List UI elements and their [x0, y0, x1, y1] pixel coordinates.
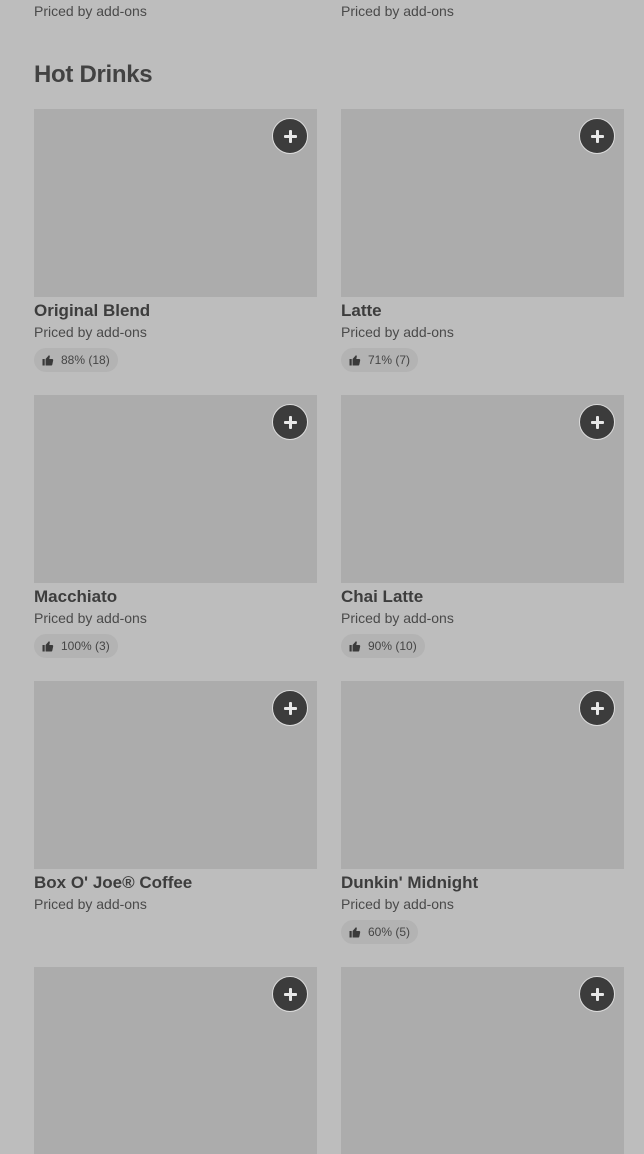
item-price: Priced by add-ons [34, 610, 147, 626]
rating-badge: 88% (18) [34, 348, 118, 372]
item-image-placeholder[interactable] [341, 395, 624, 583]
thumbs-up-icon [42, 355, 54, 366]
item-name: Chai Latte [341, 587, 424, 606]
item-image-placeholder[interactable] [341, 681, 624, 869]
item-name: Macchiato [34, 587, 118, 606]
add-item-button[interactable] [272, 690, 308, 726]
menu-item-card[interactable]: Chai Latte Priced by add-ons 90% (10) [341, 395, 624, 658]
plus-icon [283, 415, 297, 429]
add-item-button[interactable] [579, 118, 615, 154]
thumbs-up-icon [349, 927, 361, 938]
item-price: Priced by add-ons [34, 896, 147, 912]
item-image-placeholder[interactable] [34, 109, 317, 297]
rating-text: 88% (18) [61, 353, 110, 367]
item-price: Priced by add-ons [341, 324, 454, 340]
item-name: Box O' Joe® Coffee [34, 873, 193, 892]
plus-icon [590, 129, 604, 143]
plus-icon [283, 987, 297, 1001]
item-price: Priced by add-ons [34, 324, 147, 340]
section-title: Hot Drinks [34, 61, 153, 88]
add-item-button[interactable] [272, 118, 308, 154]
item-image-placeholder[interactable] [34, 395, 317, 583]
menu-page: Priced by add-ons Priced by add-ons Hot … [0, 0, 644, 1154]
plus-icon [590, 701, 604, 715]
menu-item-card[interactable]: Latte Priced by add-ons 71% (7) [341, 109, 624, 372]
item-price: Priced by add-ons [34, 3, 147, 19]
menu-item-card[interactable]: Original Blend Priced by add-ons 88% (18… [34, 109, 317, 372]
add-item-button[interactable] [579, 976, 615, 1012]
rating-badge: 100% (3) [34, 634, 118, 658]
rating-text: 100% (3) [61, 639, 110, 653]
plus-icon [590, 415, 604, 429]
rating-text: 60% (5) [368, 925, 411, 939]
thumbs-up-icon [42, 641, 54, 652]
item-name: Original Blend [34, 301, 151, 320]
item-price: Priced by add-ons [341, 610, 454, 626]
item-price: Priced by add-ons [341, 896, 454, 912]
rating-badge: 71% (7) [341, 348, 419, 372]
item-name: Latte [341, 301, 382, 320]
item-price: Priced by add-ons [341, 3, 454, 19]
menu-item-card[interactable]: Box O' Joe® Coffee Priced by add-ons [34, 681, 317, 914]
rating-text: 90% (10) [368, 639, 417, 653]
thumbs-up-icon [349, 355, 361, 366]
menu-item-card[interactable] [341, 967, 624, 1154]
plus-icon [283, 701, 297, 715]
add-item-button[interactable] [272, 404, 308, 440]
menu-item-card[interactable]: Dunkin' Midnight Priced by add-ons 60% (… [341, 681, 624, 944]
previous-section-tail: Priced by add-ons Priced by add-ons [0, 3, 644, 23]
rating-badge: 90% (10) [341, 634, 425, 658]
item-image-placeholder[interactable] [341, 109, 624, 297]
menu-item-card[interactable]: Macchiato Priced by add-ons 100% (3) [34, 395, 317, 658]
menu-item-card[interactable] [34, 967, 317, 1154]
add-item-button[interactable] [579, 404, 615, 440]
plus-icon [590, 987, 604, 1001]
rating-text: 71% (7) [368, 353, 411, 367]
item-name: Dunkin' Midnight [341, 873, 479, 892]
item-image-placeholder[interactable] [341, 967, 624, 1154]
thumbs-up-icon [349, 641, 361, 652]
item-image-placeholder[interactable] [34, 967, 317, 1154]
add-item-button[interactable] [579, 690, 615, 726]
item-image-placeholder[interactable] [34, 681, 317, 869]
plus-icon [283, 129, 297, 143]
rating-badge: 60% (5) [341, 920, 419, 944]
add-item-button[interactable] [272, 976, 308, 1012]
